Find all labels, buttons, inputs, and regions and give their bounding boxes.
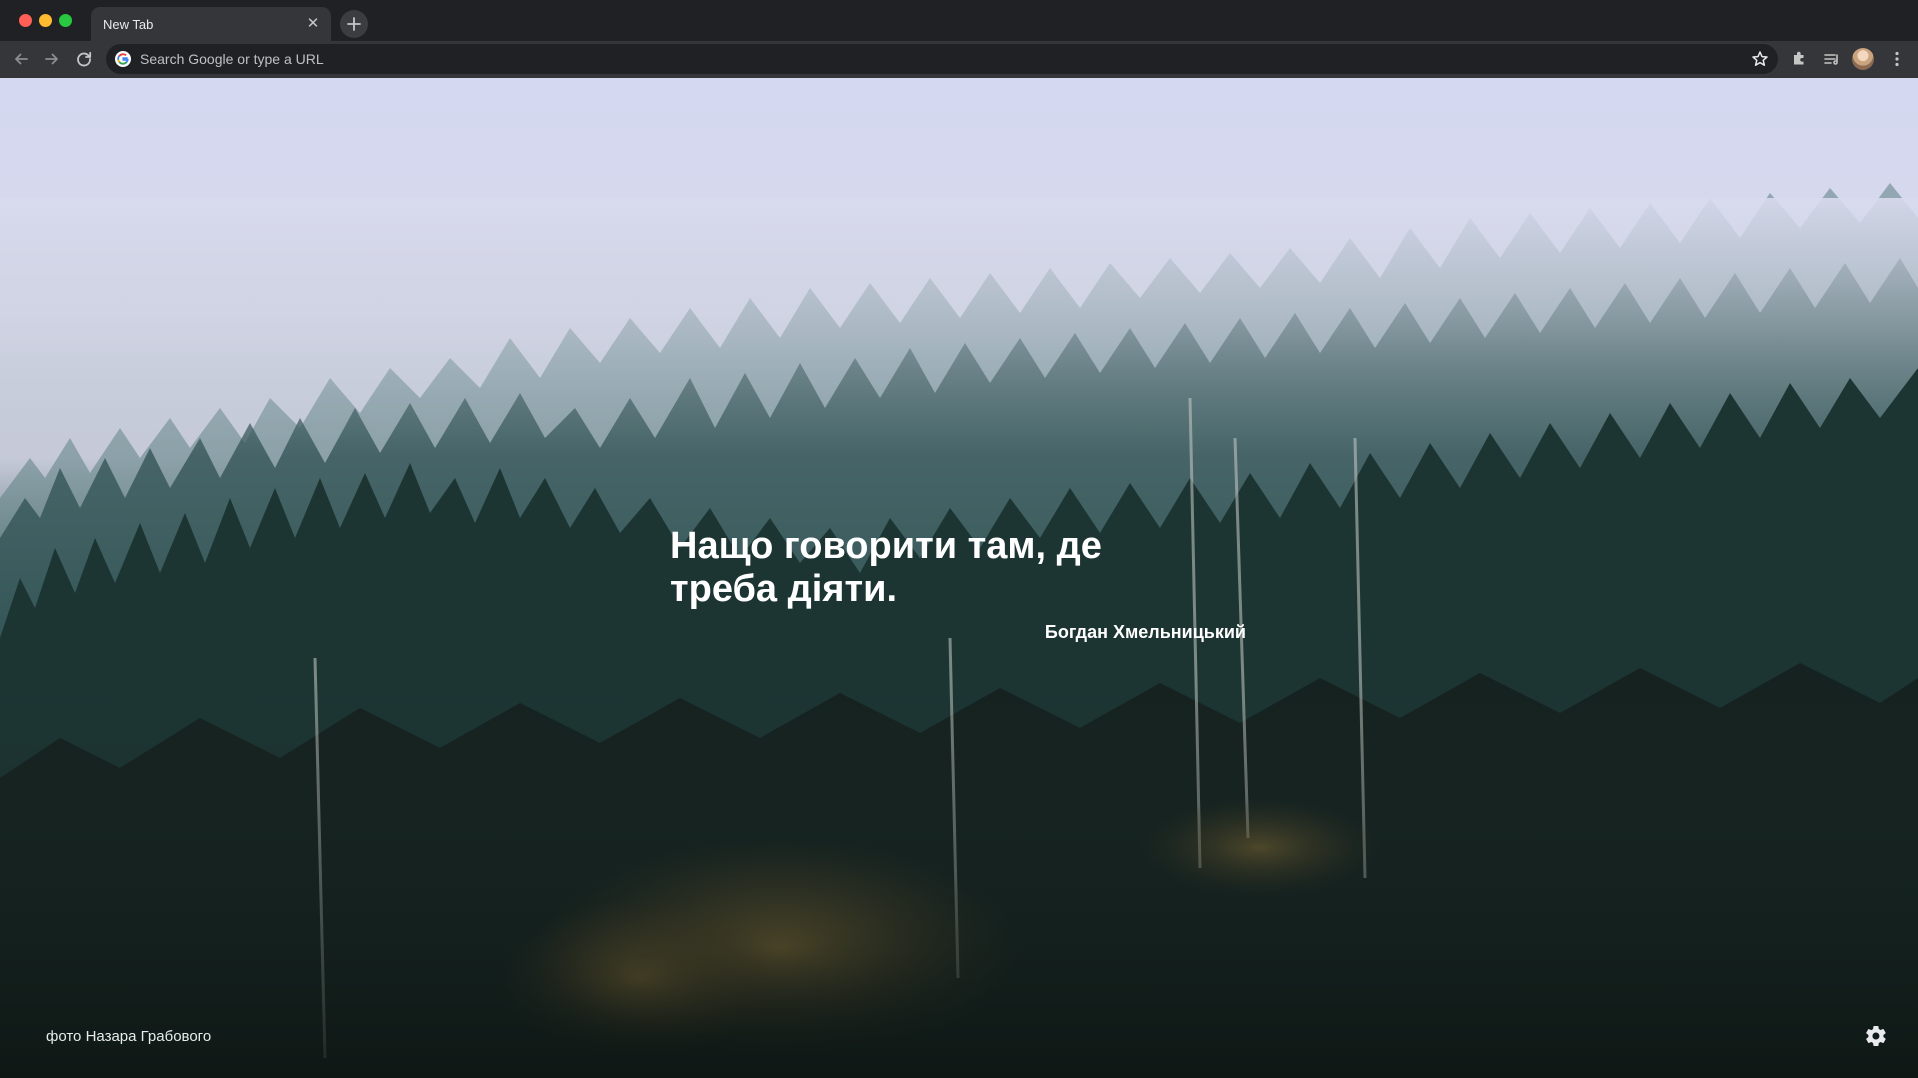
reload-icon bbox=[77, 51, 92, 67]
reading-list-icon[interactable] bbox=[1820, 48, 1842, 70]
gear-icon[interactable] bbox=[1864, 1024, 1888, 1048]
reload-button[interactable] bbox=[71, 46, 97, 72]
forward-button[interactable] bbox=[39, 46, 65, 72]
quote-text: Нащо говорити там, де треба діяти. bbox=[670, 525, 1102, 610]
google-icon bbox=[115, 51, 131, 67]
forward-icon bbox=[45, 53, 58, 65]
back-button[interactable] bbox=[8, 46, 34, 72]
browser-chrome: New Tab ✕ bbox=[0, 0, 1918, 78]
photo-credit[interactable]: фото Назара Грабового bbox=[46, 1028, 211, 1045]
star-icon[interactable] bbox=[1751, 50, 1769, 68]
close-window-button[interactable] bbox=[19, 14, 32, 27]
tab-title: New Tab bbox=[103, 17, 154, 32]
tab-strip: New Tab ✕ bbox=[0, 0, 1918, 41]
quote-block: Нащо говорити там, де треба діяти. Богда… bbox=[670, 525, 1250, 642]
close-icon[interactable]: ✕ bbox=[305, 16, 321, 32]
menu-icon[interactable] bbox=[1886, 48, 1908, 70]
omnibox[interactable] bbox=[106, 44, 1778, 74]
plus-icon bbox=[347, 17, 361, 31]
toolbar bbox=[0, 41, 1918, 78]
new-tab-button[interactable] bbox=[340, 10, 368, 38]
new-tab-page: Нащо говорити там, де треба діяти. Богда… bbox=[0, 78, 1918, 1078]
quote-author: Богдан Хмельницький bbox=[1044, 622, 1246, 642]
zoom-window-button[interactable] bbox=[59, 14, 72, 27]
minimize-window-button[interactable] bbox=[39, 14, 52, 27]
extensions-icon[interactable] bbox=[1788, 48, 1810, 70]
back-icon bbox=[15, 53, 28, 65]
tab-new-tab[interactable]: New Tab ✕ bbox=[91, 7, 331, 41]
omnibox-input[interactable] bbox=[138, 44, 1728, 74]
avatar[interactable] bbox=[1852, 48, 1874, 70]
